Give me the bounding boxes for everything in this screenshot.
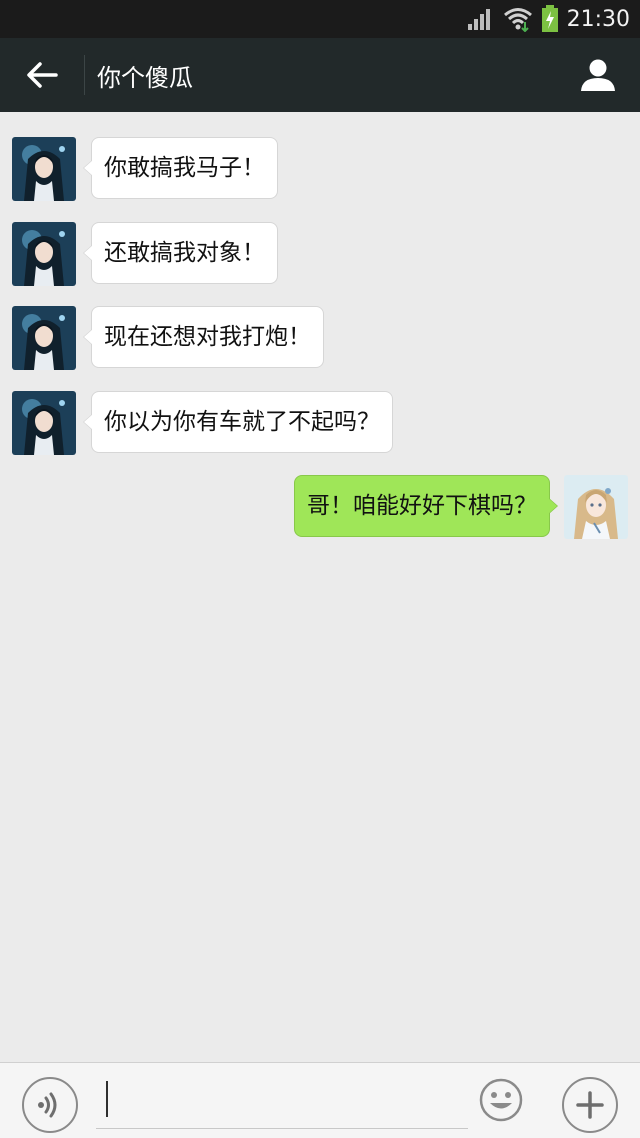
message-row: 现在还想对我打炮！ (12, 306, 324, 370)
message-row: 你敢搞我马子！ (12, 137, 278, 201)
message-input[interactable] (96, 1075, 468, 1129)
battery-charging-icon (541, 5, 558, 32)
back-button[interactable] (0, 38, 84, 112)
received-message-bubble[interactable]: 你敢搞我马子！ (83, 137, 278, 199)
wifi-icon (503, 8, 532, 32)
received-message-bubble[interactable]: 现在还想对我打炮！ (83, 306, 324, 368)
more-button[interactable] (562, 1077, 618, 1133)
profile-button[interactable] (576, 53, 620, 97)
voice-icon (38, 1092, 57, 1118)
contact-avatar[interactable] (12, 391, 76, 455)
chat-title: 你个傻瓜 (97, 63, 193, 92)
received-message-bubble[interactable]: 还敢搞我对象！ (83, 222, 278, 284)
contact-avatar[interactable] (12, 137, 76, 201)
my-avatar[interactable] (564, 475, 628, 539)
voice-button[interactable] (22, 1077, 78, 1133)
status-time: 21:30 (566, 6, 630, 32)
contact-avatar[interactable] (12, 306, 76, 370)
message-row: 还敢搞我对象！ (12, 222, 278, 286)
received-message-bubble[interactable]: 你以为你有车就了不起吗？ (83, 391, 393, 453)
emoji-button[interactable] (478, 1077, 524, 1123)
plus-icon (576, 1091, 604, 1119)
status-bar: 21:30 (0, 0, 640, 38)
title-divider (84, 55, 85, 95)
signal-icon (467, 9, 490, 30)
message-row: 你以为你有车就了不起吗？ (12, 391, 393, 455)
person-icon (581, 59, 615, 91)
arrow-left-icon (27, 62, 58, 88)
input-bar (0, 1062, 640, 1138)
contact-avatar[interactable] (12, 222, 76, 286)
message-list[interactable]: 你敢搞我马子！ 还敢搞我对象！ 现在还想对我打炮！ 你以为你有车就了不起吗？ 哥… (0, 112, 640, 1062)
text-cursor (106, 1081, 108, 1117)
title-bar: 你个傻瓜 (0, 38, 640, 112)
smiley-icon (479, 1078, 523, 1122)
message-row: 哥！咱能好好下棋吗？ (294, 475, 628, 539)
sent-message-bubble[interactable]: 哥！咱能好好下棋吗？ (294, 475, 558, 537)
